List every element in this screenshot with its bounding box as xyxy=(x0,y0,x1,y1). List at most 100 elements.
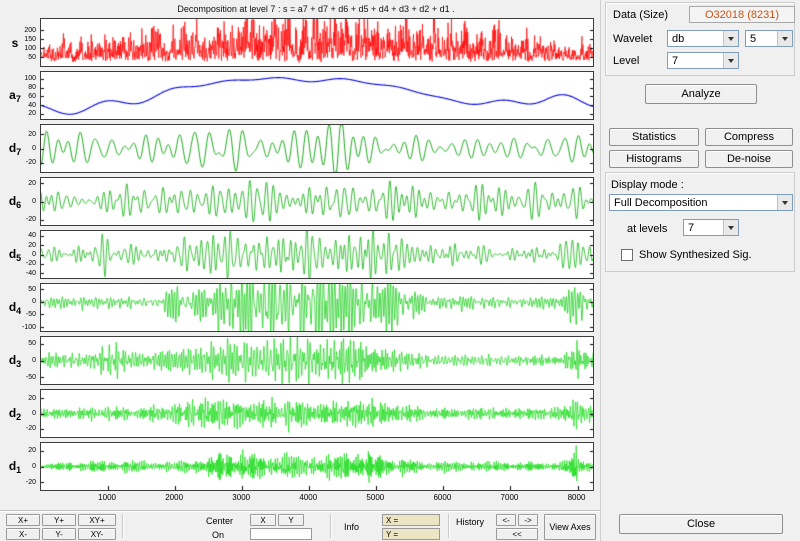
subplot-a7: a710080604020 xyxy=(0,71,600,120)
y-tick-label: -40 xyxy=(2,269,36,278)
plot-d1-axes[interactable] xyxy=(40,442,594,491)
level-value: 7 xyxy=(672,55,678,67)
subplot-d4: d4500-50-100 xyxy=(0,283,600,332)
control-panel: Data (Size) O32018 (8231) Wavelet db 5 L… xyxy=(600,0,800,541)
zoom-toolbar: X+ Y+ XY+ X- Y- XY- Center X Y On Info X… xyxy=(0,510,600,541)
history-back-button[interactable]: <- xyxy=(496,514,516,526)
zoom-xy-minus-button[interactable]: XY- xyxy=(78,528,116,540)
display-mode-value: Full Decomposition xyxy=(614,197,708,209)
y-tick-label: 20 xyxy=(2,394,36,403)
info-y-readout: Y = xyxy=(382,528,440,540)
wavelet-1d-window: Decomposition at level 7 : s = a7 + d7 +… xyxy=(0,0,800,541)
subplot-d6: d6200-20 xyxy=(0,177,600,226)
chevron-down-icon xyxy=(777,31,792,46)
center-x-button[interactable]: X xyxy=(250,514,276,526)
toolbar-separator xyxy=(448,514,450,538)
subplot-d5: d540200-20-40 xyxy=(0,230,600,279)
y-tick-label: 20 xyxy=(2,109,36,118)
y-tick-label: 60 xyxy=(2,92,36,101)
plot-d2-axes[interactable] xyxy=(40,389,594,438)
y-tick-label: 200 xyxy=(2,26,36,35)
compress-button[interactable]: Compress xyxy=(705,128,793,146)
y-tick-label: 40 xyxy=(2,231,36,240)
wavelet-family-value: db xyxy=(672,33,684,45)
y-tick-label: -20 xyxy=(2,215,36,224)
center-on-input[interactable] xyxy=(250,528,312,540)
y-tick-label: 20 xyxy=(2,241,36,250)
show-synthesized-label: Show Synthesized Sig. xyxy=(639,249,752,261)
chevron-down-icon xyxy=(723,53,738,68)
history-label: History xyxy=(456,517,484,527)
denoise-button[interactable]: De-noise xyxy=(705,150,793,168)
plot-d4-axes[interactable] xyxy=(40,283,594,332)
wavelet-number-value: 5 xyxy=(750,33,756,45)
y-tick-label: -20 xyxy=(2,424,36,433)
wavelet-family-select[interactable]: db xyxy=(667,30,739,47)
y-tick-label: 0 xyxy=(2,144,36,153)
subplot-d3: d3500-50 xyxy=(0,336,600,385)
info-label: Info xyxy=(344,522,359,532)
chevron-down-icon xyxy=(777,195,792,210)
wavelet-number-select[interactable]: 5 xyxy=(745,30,793,47)
analyze-button[interactable]: Analyze xyxy=(645,84,757,104)
show-synthesized-checkbox-row[interactable]: Show Synthesized Sig. xyxy=(621,248,793,264)
data-size-label: Data (Size) xyxy=(613,9,668,21)
view-axes-button[interactable]: View Axes xyxy=(544,514,596,540)
zoom-y-minus-button[interactable]: Y- xyxy=(42,528,76,540)
y-tick-label: 0 xyxy=(2,297,36,306)
y-tick-label: 20 xyxy=(2,130,36,139)
y-tick-label: 20 xyxy=(2,446,36,455)
checkbox-icon xyxy=(621,249,633,261)
zoom-y-plus-button[interactable]: Y+ xyxy=(42,514,76,526)
close-button[interactable]: Close xyxy=(619,514,783,534)
x-tick-label: 6000 xyxy=(433,493,451,502)
subplot-s: s20015010050 xyxy=(0,18,600,67)
history-reset-button[interactable]: << xyxy=(496,528,538,540)
statistics-button[interactable]: Statistics xyxy=(609,128,699,146)
y-tick-label: 40 xyxy=(2,101,36,110)
on-label: On xyxy=(212,530,224,540)
y-tick-label: 80 xyxy=(2,83,36,92)
data-size-value: O32018 (8231) xyxy=(689,6,795,23)
plot-d3-axes[interactable] xyxy=(40,336,594,385)
display-mode-label: Display mode : xyxy=(611,179,684,191)
y-tick-label: 50 xyxy=(2,53,36,62)
chevron-down-icon xyxy=(723,220,738,235)
plot-s-axes[interactable] xyxy=(40,18,594,67)
x-tick-label: 5000 xyxy=(366,493,384,502)
plot-d6-axes[interactable] xyxy=(40,177,594,226)
y-tick-label: 0 xyxy=(2,250,36,259)
subplot-d7: d7200-20 xyxy=(0,124,600,173)
toolbar-separator xyxy=(122,514,124,538)
info-x-readout: X = xyxy=(382,514,440,526)
plot-a7-axes[interactable] xyxy=(40,71,594,120)
x-tick-label: 8000 xyxy=(568,493,586,502)
x-tick-label: 1000 xyxy=(98,493,116,502)
y-tick-label: -100 xyxy=(2,323,36,332)
x-axis-labels: 10002000300040005000600070008000 xyxy=(40,493,592,505)
y-tick-label: 0 xyxy=(2,197,36,206)
at-levels-select[interactable]: 7 xyxy=(683,219,739,236)
plot-d7-axes[interactable] xyxy=(40,124,594,173)
y-tick-label: 0 xyxy=(2,462,36,471)
y-tick-label: 50 xyxy=(2,339,36,348)
decomposition-title: Decomposition at level 7 : s = a7 + d7 +… xyxy=(40,4,592,14)
at-levels-label: at levels xyxy=(627,223,667,235)
y-tick-label: -20 xyxy=(2,259,36,268)
plot-d5-axes[interactable] xyxy=(40,230,594,279)
zoom-xy-plus-button[interactable]: XY+ xyxy=(78,514,116,526)
y-tick-label: -50 xyxy=(2,310,36,319)
zoom-x-minus-button[interactable]: X- xyxy=(6,528,40,540)
subplot-d1: d1200-20 xyxy=(0,442,600,491)
display-mode-select[interactable]: Full Decomposition xyxy=(609,194,793,211)
center-y-button[interactable]: Y xyxy=(278,514,304,526)
y-tick-label: 100 xyxy=(2,44,36,53)
history-forward-button[interactable]: -> xyxy=(518,514,538,526)
y-tick-label: 100 xyxy=(2,74,36,83)
y-tick-label: 20 xyxy=(2,179,36,188)
level-select[interactable]: 7 xyxy=(667,52,739,69)
center-label: Center xyxy=(206,516,233,526)
histograms-button[interactable]: Histograms xyxy=(609,150,699,168)
x-tick-label: 2000 xyxy=(165,493,183,502)
zoom-x-plus-button[interactable]: X+ xyxy=(6,514,40,526)
